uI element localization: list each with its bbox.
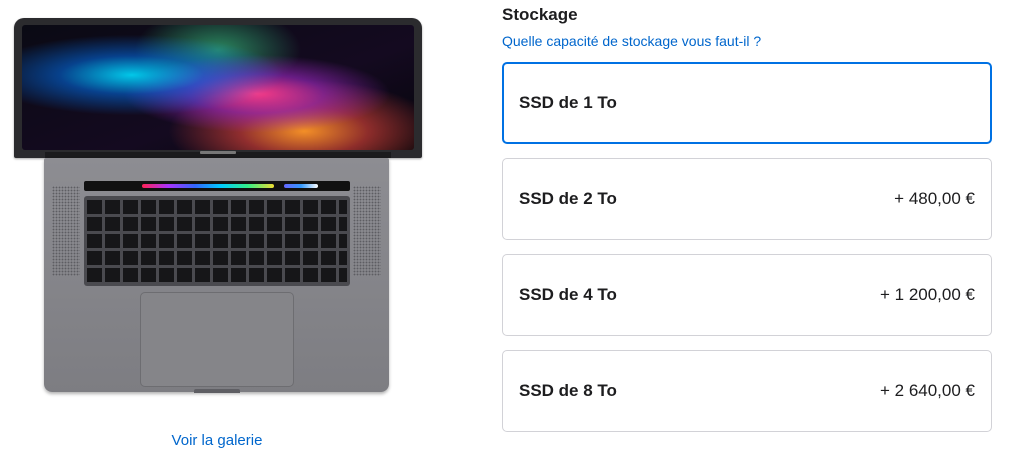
keyboard-row [87, 200, 347, 214]
storage-option-4tb[interactable]: SSD de 4 To + 1 200,00 € [502, 254, 992, 336]
touch-bar-brightness-strip [284, 184, 318, 188]
storage-option-price: + 480,00 € [894, 189, 975, 208]
keyboard-row [87, 268, 347, 282]
speaker-grille-left [52, 186, 80, 276]
touch-bar [84, 181, 350, 191]
keyboard-row [87, 234, 347, 248]
keyboard [84, 196, 350, 286]
storage-option-label: SSD de 1 To [519, 93, 617, 112]
storage-option-label: SSD de 2 To [519, 189, 617, 208]
laptop-screen [22, 25, 414, 150]
laptop-lid [14, 18, 422, 158]
touch-bar-color-strip [142, 184, 274, 188]
lid-notch [194, 389, 240, 393]
storage-option-label: SSD de 4 To [519, 285, 617, 304]
storage-section-title: Stockage [502, 5, 578, 24]
trackpad [140, 292, 294, 387]
keyboard-row [87, 251, 347, 265]
view-gallery-link[interactable]: Voir la galerie [117, 432, 317, 449]
storage-help-link[interactable]: Quelle capacité de stockage vous faut-il… [502, 33, 761, 49]
product-image [0, 0, 440, 461]
storage-option-price: + 2 640,00 € [879, 381, 975, 400]
keyboard-row [87, 217, 347, 231]
storage-option-label: SSD de 8 To [519, 381, 617, 400]
storage-option-price: + 1 200,00 € [879, 285, 975, 304]
laptop-brand-label [200, 151, 236, 154]
speaker-grille-right [353, 186, 381, 276]
laptop-base [44, 158, 389, 393]
storage-option-1tb[interactable]: SSD de 1 To [502, 62, 992, 144]
storage-option-2tb[interactable]: SSD de 2 To + 480,00 € [502, 158, 992, 240]
storage-option-8tb[interactable]: SSD de 8 To + 2 640,00 € [502, 350, 992, 432]
